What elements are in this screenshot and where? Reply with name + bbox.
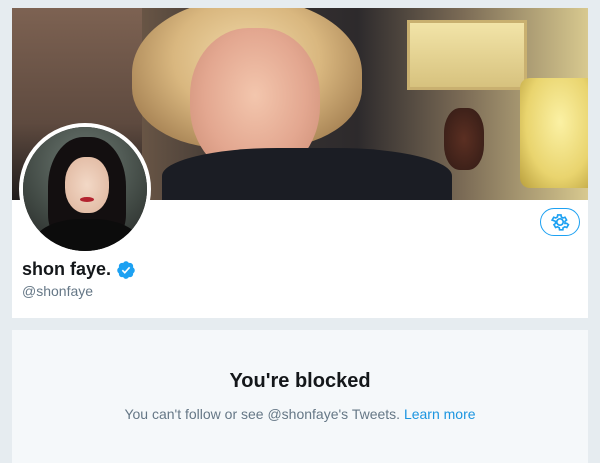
avatar[interactable] bbox=[19, 123, 151, 255]
display-name-text: shon faye. bbox=[22, 259, 112, 279]
learn-more-link[interactable]: Learn more bbox=[404, 406, 476, 422]
verified-badge-icon bbox=[116, 260, 136, 280]
gear-icon bbox=[549, 211, 571, 233]
profile-handle: @shonfaye bbox=[22, 283, 94, 299]
blocked-notice: You're blocked You can't follow or see @… bbox=[12, 330, 588, 463]
settings-button[interactable] bbox=[540, 208, 580, 236]
blocked-title: You're blocked bbox=[229, 370, 371, 392]
blocked-message-text: You can't follow or see @shonfaye's Twee… bbox=[124, 406, 401, 422]
profile-card: shon faye. @shonfaye bbox=[12, 8, 588, 318]
display-name: shon faye. bbox=[22, 259, 136, 280]
blocked-message: You can't follow or see @shonfaye's Twee… bbox=[12, 406, 588, 422]
